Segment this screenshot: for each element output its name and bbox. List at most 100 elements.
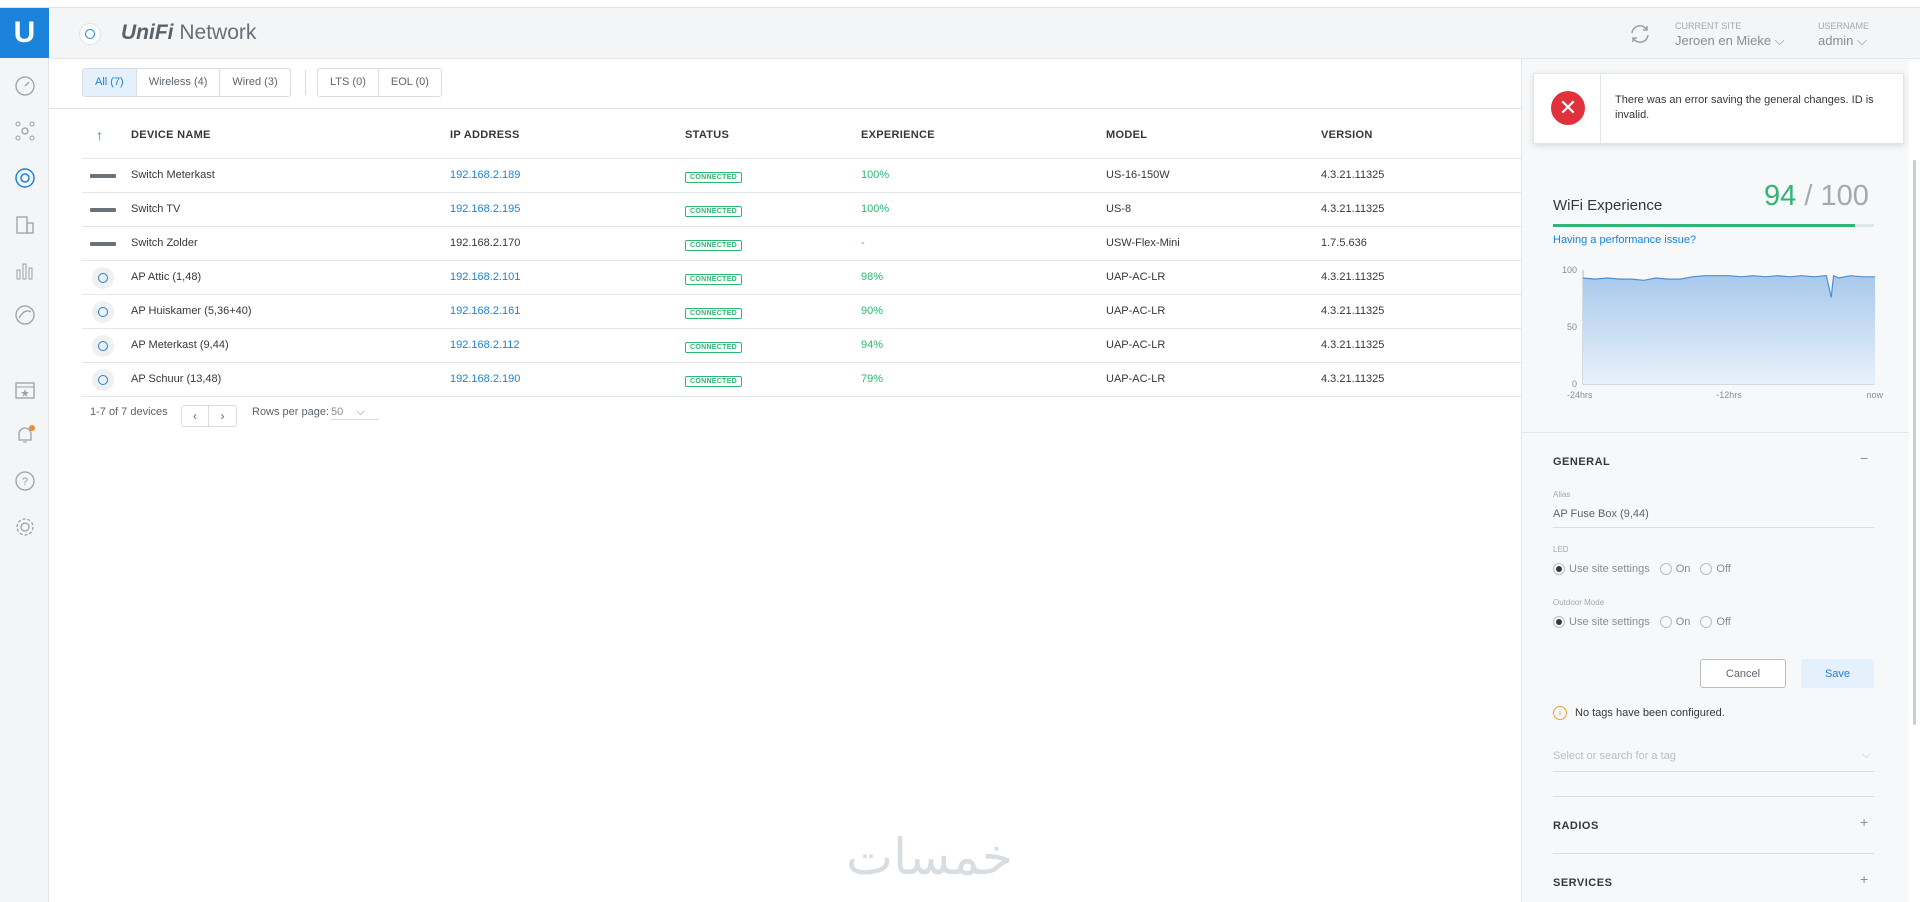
- rows-per-page-select[interactable]: 50 ⌵: [331, 406, 379, 420]
- tab-wireless[interactable]: Wireless (4): [136, 69, 221, 96]
- performance-issue-link[interactable]: Having a performance issue?: [1553, 234, 1696, 246]
- header: UniFi Network: [49, 8, 1920, 59]
- ip-address[interactable]: 192.168.2.189: [450, 169, 520, 181]
- outdoor-on-radio[interactable]: On: [1659, 616, 1690, 628]
- collapse-icon[interactable]: −: [1860, 450, 1868, 466]
- ip-address[interactable]: 192.168.2.195: [450, 203, 520, 215]
- model-name: UAP-AC-LR: [1106, 271, 1166, 283]
- device-name[interactable]: AP Attic (1,48): [131, 271, 201, 283]
- filter-divider: [305, 70, 306, 95]
- error-close-icon[interactable]: ✕: [1551, 91, 1585, 125]
- tag-select-underline: [1553, 771, 1874, 772]
- ip-address[interactable]: 192.168.2.190: [450, 373, 520, 385]
- chart-x-tick: -12hrs: [1716, 390, 1742, 400]
- outdoor-off-radio[interactable]: Off: [1700, 616, 1731, 628]
- alias-input[interactable]: AP Fuse Box (9,44): [1553, 508, 1649, 520]
- device-name[interactable]: AP Meterkast (9,44): [131, 339, 229, 351]
- chart-x-tick: -24hrs: [1567, 390, 1593, 400]
- status-badge: CONNECTED: [685, 376, 743, 387]
- expand-icon[interactable]: +: [1860, 871, 1868, 887]
- clients-icon[interactable]: [14, 214, 36, 236]
- ip-address[interactable]: 192.168.2.161: [450, 305, 520, 317]
- user-menu[interactable]: admin ⌵: [1818, 33, 1867, 49]
- current-site-label: CURRENT SITE: [1675, 21, 1742, 31]
- device-name[interactable]: AP Huiskamer (5,36+40): [131, 305, 252, 317]
- column-header-status[interactable]: STATUS: [685, 129, 729, 141]
- topology-icon[interactable]: [14, 120, 36, 142]
- previous-page-icon[interactable]: ‹: [182, 406, 209, 426]
- wifi-experience-score: 94 / 100: [1764, 180, 1869, 212]
- dashboard-icon[interactable]: [14, 75, 36, 97]
- switch-icon: [90, 235, 116, 253]
- outdoor-site-settings-radio[interactable]: Use site settings: [1553, 616, 1650, 628]
- tab-all[interactable]: All (7): [83, 69, 137, 96]
- tab-wired[interactable]: Wired (3): [220, 69, 290, 96]
- alias-underline: [1553, 527, 1874, 528]
- model-name: UAP-AC-LR: [1106, 373, 1166, 385]
- next-page-icon[interactable]: ›: [209, 406, 236, 426]
- tag-select-input[interactable]: Select or search for a tag: [1553, 750, 1676, 762]
- status-cell: CONNECTED: [685, 238, 743, 251]
- refresh-icon[interactable]: [1627, 21, 1653, 47]
- sidebar: U: [0, 8, 49, 902]
- led-site-settings-radio[interactable]: Use site settings: [1553, 563, 1650, 575]
- statistics-icon[interactable]: [14, 259, 36, 281]
- device-name[interactable]: Switch TV: [131, 203, 180, 215]
- radios-section-title[interactable]: RADIOS: [1553, 820, 1599, 832]
- events-icon[interactable]: [14, 379, 36, 401]
- column-header-ip-address[interactable]: IP ADDRESS: [450, 129, 520, 141]
- unifi-logo[interactable]: U: [0, 8, 49, 58]
- chart-y-tick: 50: [1567, 322, 1577, 332]
- table-row[interactable]: AP Huiskamer (5,36+40) 192.168.2.161 CONNE…: [82, 294, 1521, 328]
- save-button[interactable]: Save: [1801, 659, 1874, 688]
- app-title: UniFi Network: [121, 21, 257, 44]
- model-name: UAP-AC-LR: [1106, 339, 1166, 351]
- panel-divider: [1553, 796, 1874, 797]
- ip-address[interactable]: 192.168.2.112: [450, 339, 520, 351]
- settings-icon[interactable]: [14, 516, 36, 538]
- firmware-version: 4.3.21.11325: [1321, 169, 1385, 181]
- table-row[interactable]: Switch Zolder 192.168.2.170 CONNECTED - USW-…: [82, 226, 1521, 260]
- status-cell: CONNECTED: [685, 374, 743, 387]
- help-icon[interactable]: ?: [14, 470, 36, 492]
- no-tags-notice: i No tags have been configured.: [1553, 706, 1725, 720]
- alerts-icon[interactable]: [14, 424, 36, 446]
- led-off-radio[interactable]: Off: [1700, 563, 1731, 575]
- insights-icon[interactable]: [14, 304, 36, 326]
- device-name[interactable]: AP Schuur (13,48): [131, 373, 221, 385]
- column-header-version[interactable]: VERSION: [1321, 129, 1373, 141]
- column-header-model[interactable]: MODEL: [1106, 129, 1147, 141]
- table-row[interactable]: AP Meterkast (9,44) 192.168.2.112 CONNECTE…: [82, 328, 1521, 362]
- tab-lts[interactable]: LTS (0): [318, 69, 379, 96]
- panel-divider: [1553, 853, 1874, 854]
- access-point-icon: [90, 335, 116, 357]
- table-row[interactable]: Switch TV 192.168.2.195 CONNECTED 100% US-8 4…: [82, 192, 1521, 226]
- error-separator: [1600, 74, 1601, 143]
- firmware-version: 4.3.21.11325: [1321, 271, 1385, 283]
- column-header-device-name[interactable]: DEVICE NAME: [131, 129, 211, 141]
- device-name[interactable]: Switch Zolder: [131, 237, 198, 249]
- chevron-down-icon[interactable]: ⌵: [1862, 749, 1870, 762]
- username-label: USERNAME: [1818, 21, 1870, 31]
- sort-ascending-icon[interactable]: ↑: [96, 127, 103, 143]
- device-name[interactable]: Switch Meterkast: [131, 169, 215, 181]
- chart-y-tick: 0: [1572, 379, 1577, 389]
- table-row[interactable]: AP Schuur (13,48) 192.168.2.190 CONNECTED 7…: [82, 362, 1521, 396]
- expand-icon[interactable]: +: [1860, 814, 1868, 830]
- chevron-down-icon: ⌵: [1774, 33, 1785, 48]
- devices-icon[interactable]: [14, 167, 36, 189]
- table-row[interactable]: Switch Meterkast 192.168.2.189 CONNECTED 10…: [82, 158, 1521, 192]
- tab-eol[interactable]: EOL (0): [378, 69, 441, 96]
- general-section-title[interactable]: GENERAL: [1553, 456, 1610, 468]
- services-section-title[interactable]: SERVICES: [1553, 877, 1612, 889]
- svg-text:?: ?: [22, 476, 28, 488]
- cancel-button[interactable]: Cancel: [1700, 659, 1786, 688]
- access-point-icon: [90, 369, 116, 391]
- panel-scrollbar[interactable]: [1913, 160, 1916, 725]
- experience-value: 94%: [861, 339, 884, 351]
- led-on-radio[interactable]: On: [1659, 563, 1690, 575]
- table-row[interactable]: AP Attic (1,48) 192.168.2.101 CONNECTED 98%…: [82, 260, 1521, 294]
- current-site-select[interactable]: Jeroen en Mieke ⌵: [1675, 33, 1785, 49]
- ip-address[interactable]: 192.168.2.101: [450, 271, 520, 283]
- column-header-experience[interactable]: EXPERIENCE: [861, 129, 935, 141]
